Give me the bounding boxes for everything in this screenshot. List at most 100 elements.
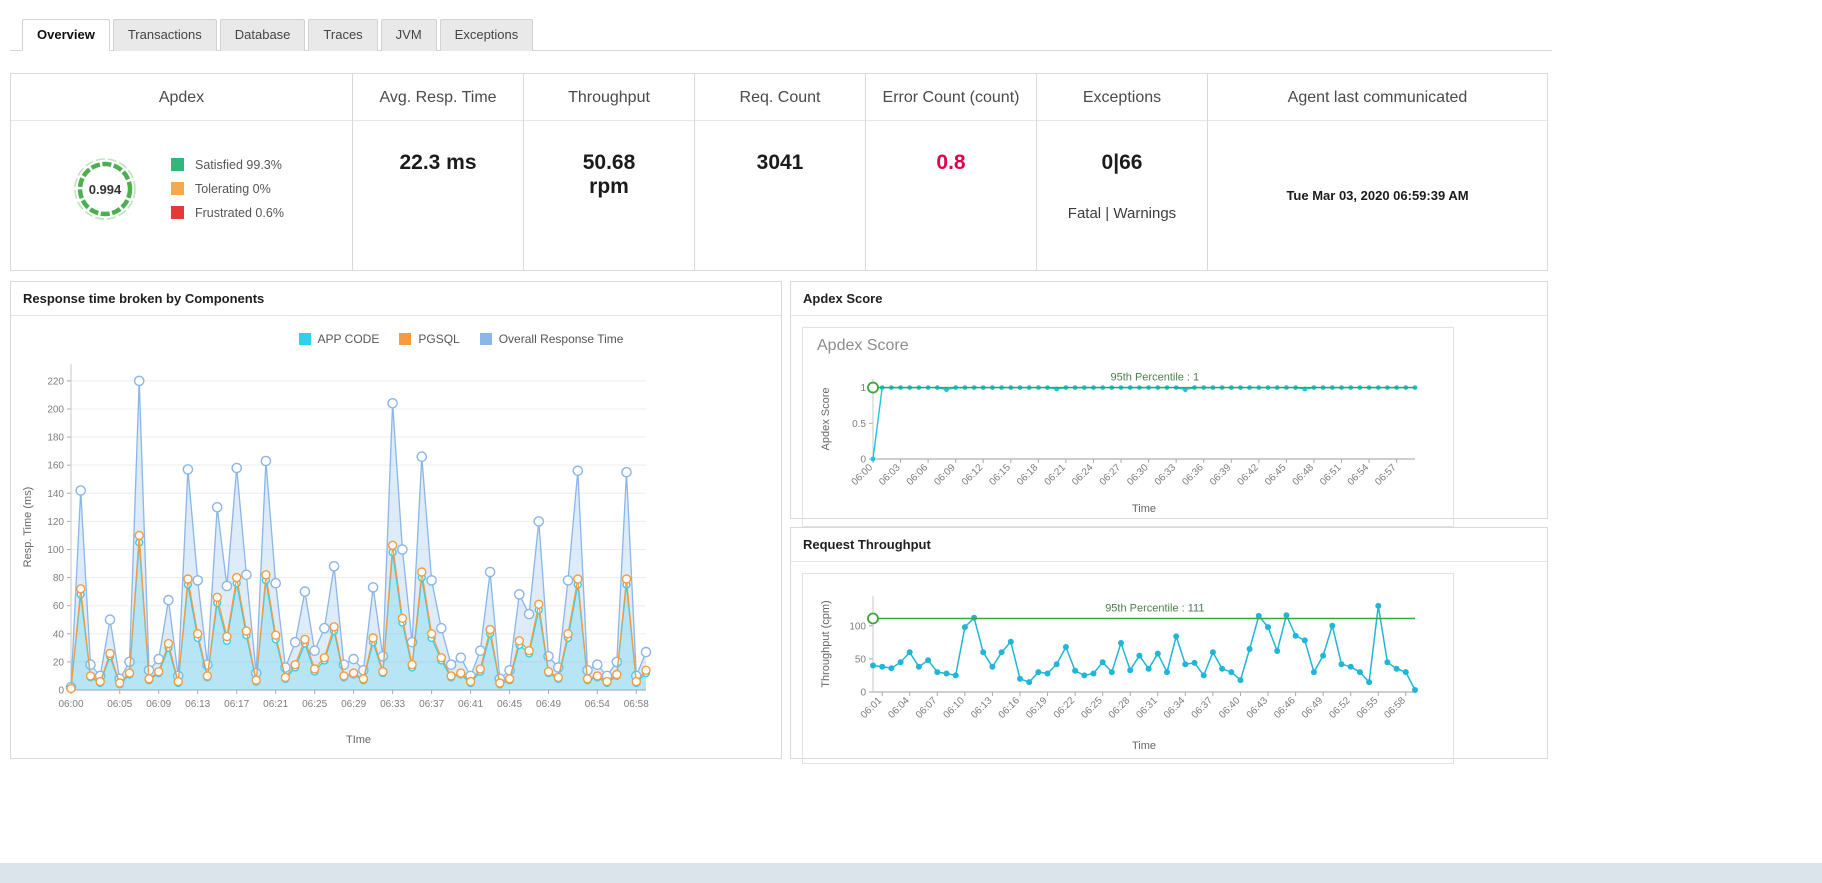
data-point[interactable] <box>943 670 950 677</box>
data-point[interactable] <box>192 629 203 639</box>
data-point[interactable] <box>475 664 485 674</box>
data-point[interactable] <box>1320 652 1327 659</box>
data-point[interactable] <box>241 626 252 636</box>
data-point[interactable] <box>888 665 895 672</box>
data-point[interactable] <box>1145 665 1152 672</box>
data-point[interactable] <box>1292 632 1299 639</box>
data-point[interactable] <box>182 464 194 475</box>
data-point[interactable] <box>309 645 320 657</box>
data-point[interactable] <box>1228 669 1235 676</box>
data-point[interactable] <box>271 630 281 640</box>
data-point[interactable] <box>114 678 125 688</box>
data-point[interactable] <box>533 516 545 527</box>
data-point[interactable] <box>241 569 252 581</box>
data-point[interactable] <box>1402 669 1409 676</box>
data-point[interactable] <box>1200 672 1207 679</box>
data-point[interactable] <box>144 674 154 684</box>
data-point[interactable] <box>1026 679 1033 686</box>
data-point[interactable] <box>1017 675 1023 682</box>
data-point[interactable] <box>563 629 573 639</box>
data-point[interactable] <box>513 589 525 600</box>
data-point[interactable] <box>387 540 398 551</box>
data-point[interactable] <box>1035 669 1042 676</box>
legend-item[interactable]: PGSQL <box>399 332 460 346</box>
tab-jvm[interactable]: JVM <box>380 19 437 51</box>
data-point[interactable] <box>1265 624 1271 631</box>
data-point[interactable] <box>1393 665 1400 672</box>
data-point[interactable] <box>436 653 446 663</box>
data-point[interactable] <box>592 659 603 671</box>
data-point[interactable] <box>484 566 496 578</box>
data-point[interactable] <box>523 608 535 620</box>
data-point[interactable] <box>455 652 467 664</box>
data-point[interactable] <box>290 660 300 670</box>
data-point[interactable] <box>1384 659 1391 666</box>
data-point[interactable] <box>124 668 135 678</box>
data-point[interactable] <box>435 622 447 634</box>
data-point[interactable] <box>971 614 978 621</box>
data-point[interactable] <box>270 577 282 589</box>
data-point[interactable] <box>1062 644 1069 650</box>
data-point[interactable] <box>192 575 203 586</box>
data-point[interactable] <box>260 455 272 467</box>
data-point[interactable] <box>1283 612 1290 619</box>
data-point[interactable] <box>1375 602 1382 609</box>
data-point[interactable] <box>1274 648 1281 654</box>
data-point[interactable] <box>1053 661 1060 668</box>
data-point[interactable] <box>397 613 408 623</box>
data-point[interactable] <box>1118 640 1124 646</box>
data-point[interactable] <box>1099 659 1106 666</box>
data-point[interactable] <box>319 653 330 663</box>
data-point[interactable] <box>416 451 428 462</box>
data-point[interactable] <box>485 624 495 635</box>
data-point[interactable] <box>456 668 466 678</box>
data-point[interactable] <box>612 669 622 680</box>
legend-item[interactable]: Tolerating 0% <box>171 182 284 196</box>
data-point[interactable] <box>504 674 515 684</box>
data-point[interactable] <box>934 669 941 676</box>
data-point[interactable] <box>906 649 913 656</box>
data-point[interactable] <box>280 672 291 683</box>
data-point[interactable] <box>202 671 213 681</box>
data-point[interactable] <box>1412 687 1418 693</box>
data-point[interactable] <box>339 671 349 681</box>
data-point[interactable] <box>1347 663 1354 670</box>
data-point[interactable] <box>980 649 987 656</box>
data-point[interactable] <box>446 671 456 681</box>
data-point[interactable] <box>1127 667 1134 674</box>
data-point[interactable] <box>173 676 183 687</box>
tab-traces[interactable]: Traces <box>308 19 378 51</box>
data-point[interactable] <box>1154 650 1161 657</box>
data-point[interactable] <box>952 672 959 679</box>
data-point[interactable] <box>1090 670 1097 677</box>
data-point[interactable] <box>183 574 193 584</box>
data-point[interactable] <box>879 663 886 670</box>
data-point[interactable] <box>153 667 164 677</box>
data-point[interactable] <box>553 672 563 683</box>
data-point[interactable] <box>562 575 574 586</box>
data-point[interactable] <box>309 664 320 674</box>
data-point[interactable] <box>534 599 544 610</box>
data-point[interactable] <box>870 456 876 462</box>
data-point[interactable] <box>989 663 996 670</box>
data-point[interactable] <box>75 485 86 496</box>
data-point[interactable] <box>961 624 968 631</box>
data-point[interactable] <box>163 594 174 606</box>
data-point[interactable] <box>1164 669 1170 676</box>
tab-exceptions[interactable]: Exceptions <box>439 19 534 51</box>
data-point[interactable] <box>104 614 116 626</box>
data-point[interactable] <box>445 659 457 671</box>
data-point[interactable] <box>368 633 378 643</box>
data-point[interactable] <box>367 582 379 593</box>
data-point[interactable] <box>1356 669 1363 676</box>
data-point[interactable] <box>319 622 330 634</box>
tab-database[interactable]: Database <box>219 19 306 51</box>
data-point[interactable] <box>426 629 437 639</box>
tab-overview[interactable]: Overview <box>22 19 110 51</box>
data-point[interactable] <box>105 648 115 659</box>
data-point[interactable] <box>261 570 271 580</box>
data-point[interactable] <box>221 580 233 592</box>
scrollbar-horizontal[interactable] <box>0 863 1822 883</box>
data-point[interactable] <box>1209 649 1216 656</box>
data-point[interactable] <box>1329 622 1336 629</box>
